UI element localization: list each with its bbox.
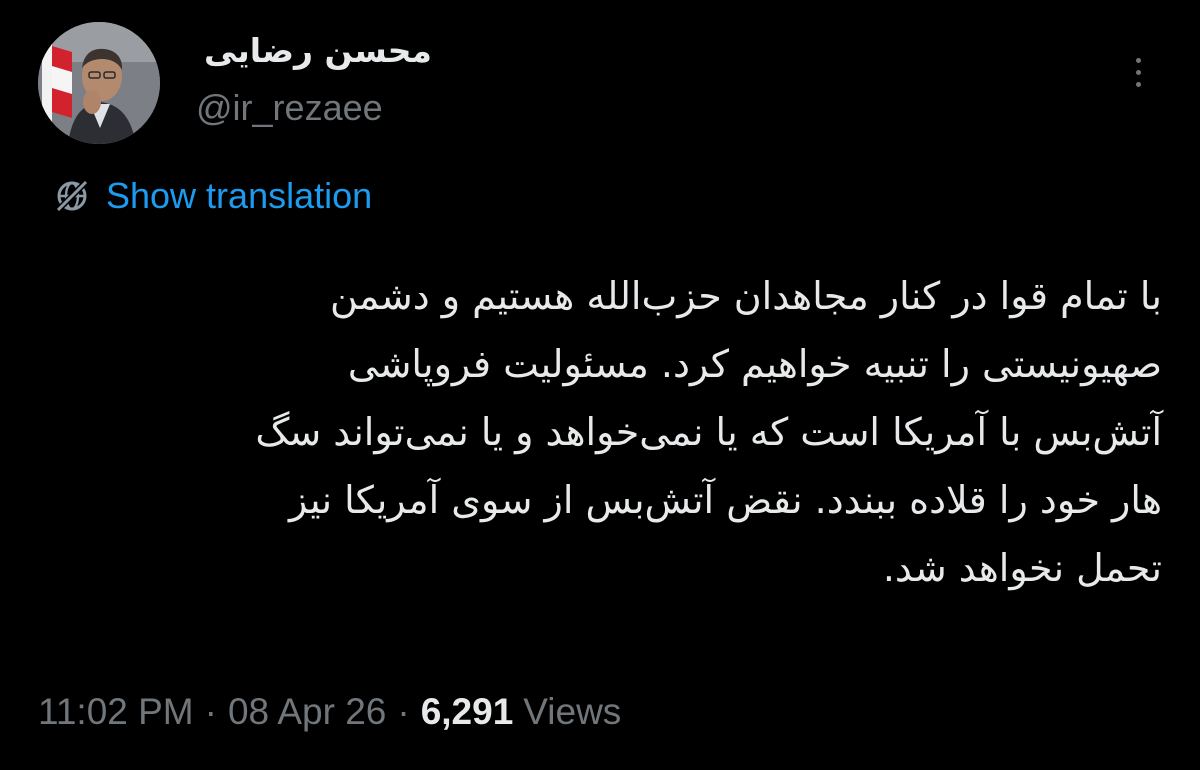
more-options-button[interactable] — [1118, 50, 1158, 94]
tweet-time[interactable]: 11:02 PM — [38, 691, 194, 733]
more-dot — [1135, 69, 1141, 75]
tweet-line: هار خود را قلاده ببندد. نقض آتش‌بس از سو… — [289, 478, 1162, 522]
tweet-body: با تمام قوا در کنار مجاهدان حزب‌الله هست… — [36, 262, 1162, 602]
tweet-line: آتش‌بس با آمریکا است که یا نمی‌خواهد و ی… — [255, 410, 1162, 454]
show-translation-label: Show translation — [106, 175, 373, 216]
meta-separator: · — [204, 691, 217, 732]
tweet-line: تحمل نخواهد شد. — [882, 546, 1162, 590]
tweet-card: محسن رضایی @ir_rezaee Show translation ب… — [0, 0, 1200, 770]
more-dot — [1135, 81, 1141, 87]
tweet-meta: 11:02 PM · 08 Apr 26 · 6,291 Views — [38, 688, 621, 736]
more-vertical-icon — [1135, 57, 1141, 63]
globe-icon — [55, 179, 89, 213]
author-display-name[interactable]: محسن رضایی — [196, 28, 432, 74]
tweet-line: صهیونیستی را تنبیه خواهیم کرد. مسئولیت ف… — [347, 342, 1162, 386]
tweet-date[interactable]: 08 Apr 26 — [228, 691, 386, 733]
show-translation-button[interactable]: Show translation — [52, 172, 372, 220]
author-handle[interactable]: @ir_rezaee — [196, 86, 383, 130]
views-count[interactable]: 6,291 — [421, 691, 514, 733]
views-label: Views — [523, 691, 622, 732]
avatar[interactable] — [38, 22, 160, 144]
meta-separator: · — [397, 691, 410, 732]
tweet-line: با تمام قوا در کنار مجاهدان حزب‌الله هست… — [329, 274, 1162, 318]
profile-photo — [38, 22, 160, 144]
